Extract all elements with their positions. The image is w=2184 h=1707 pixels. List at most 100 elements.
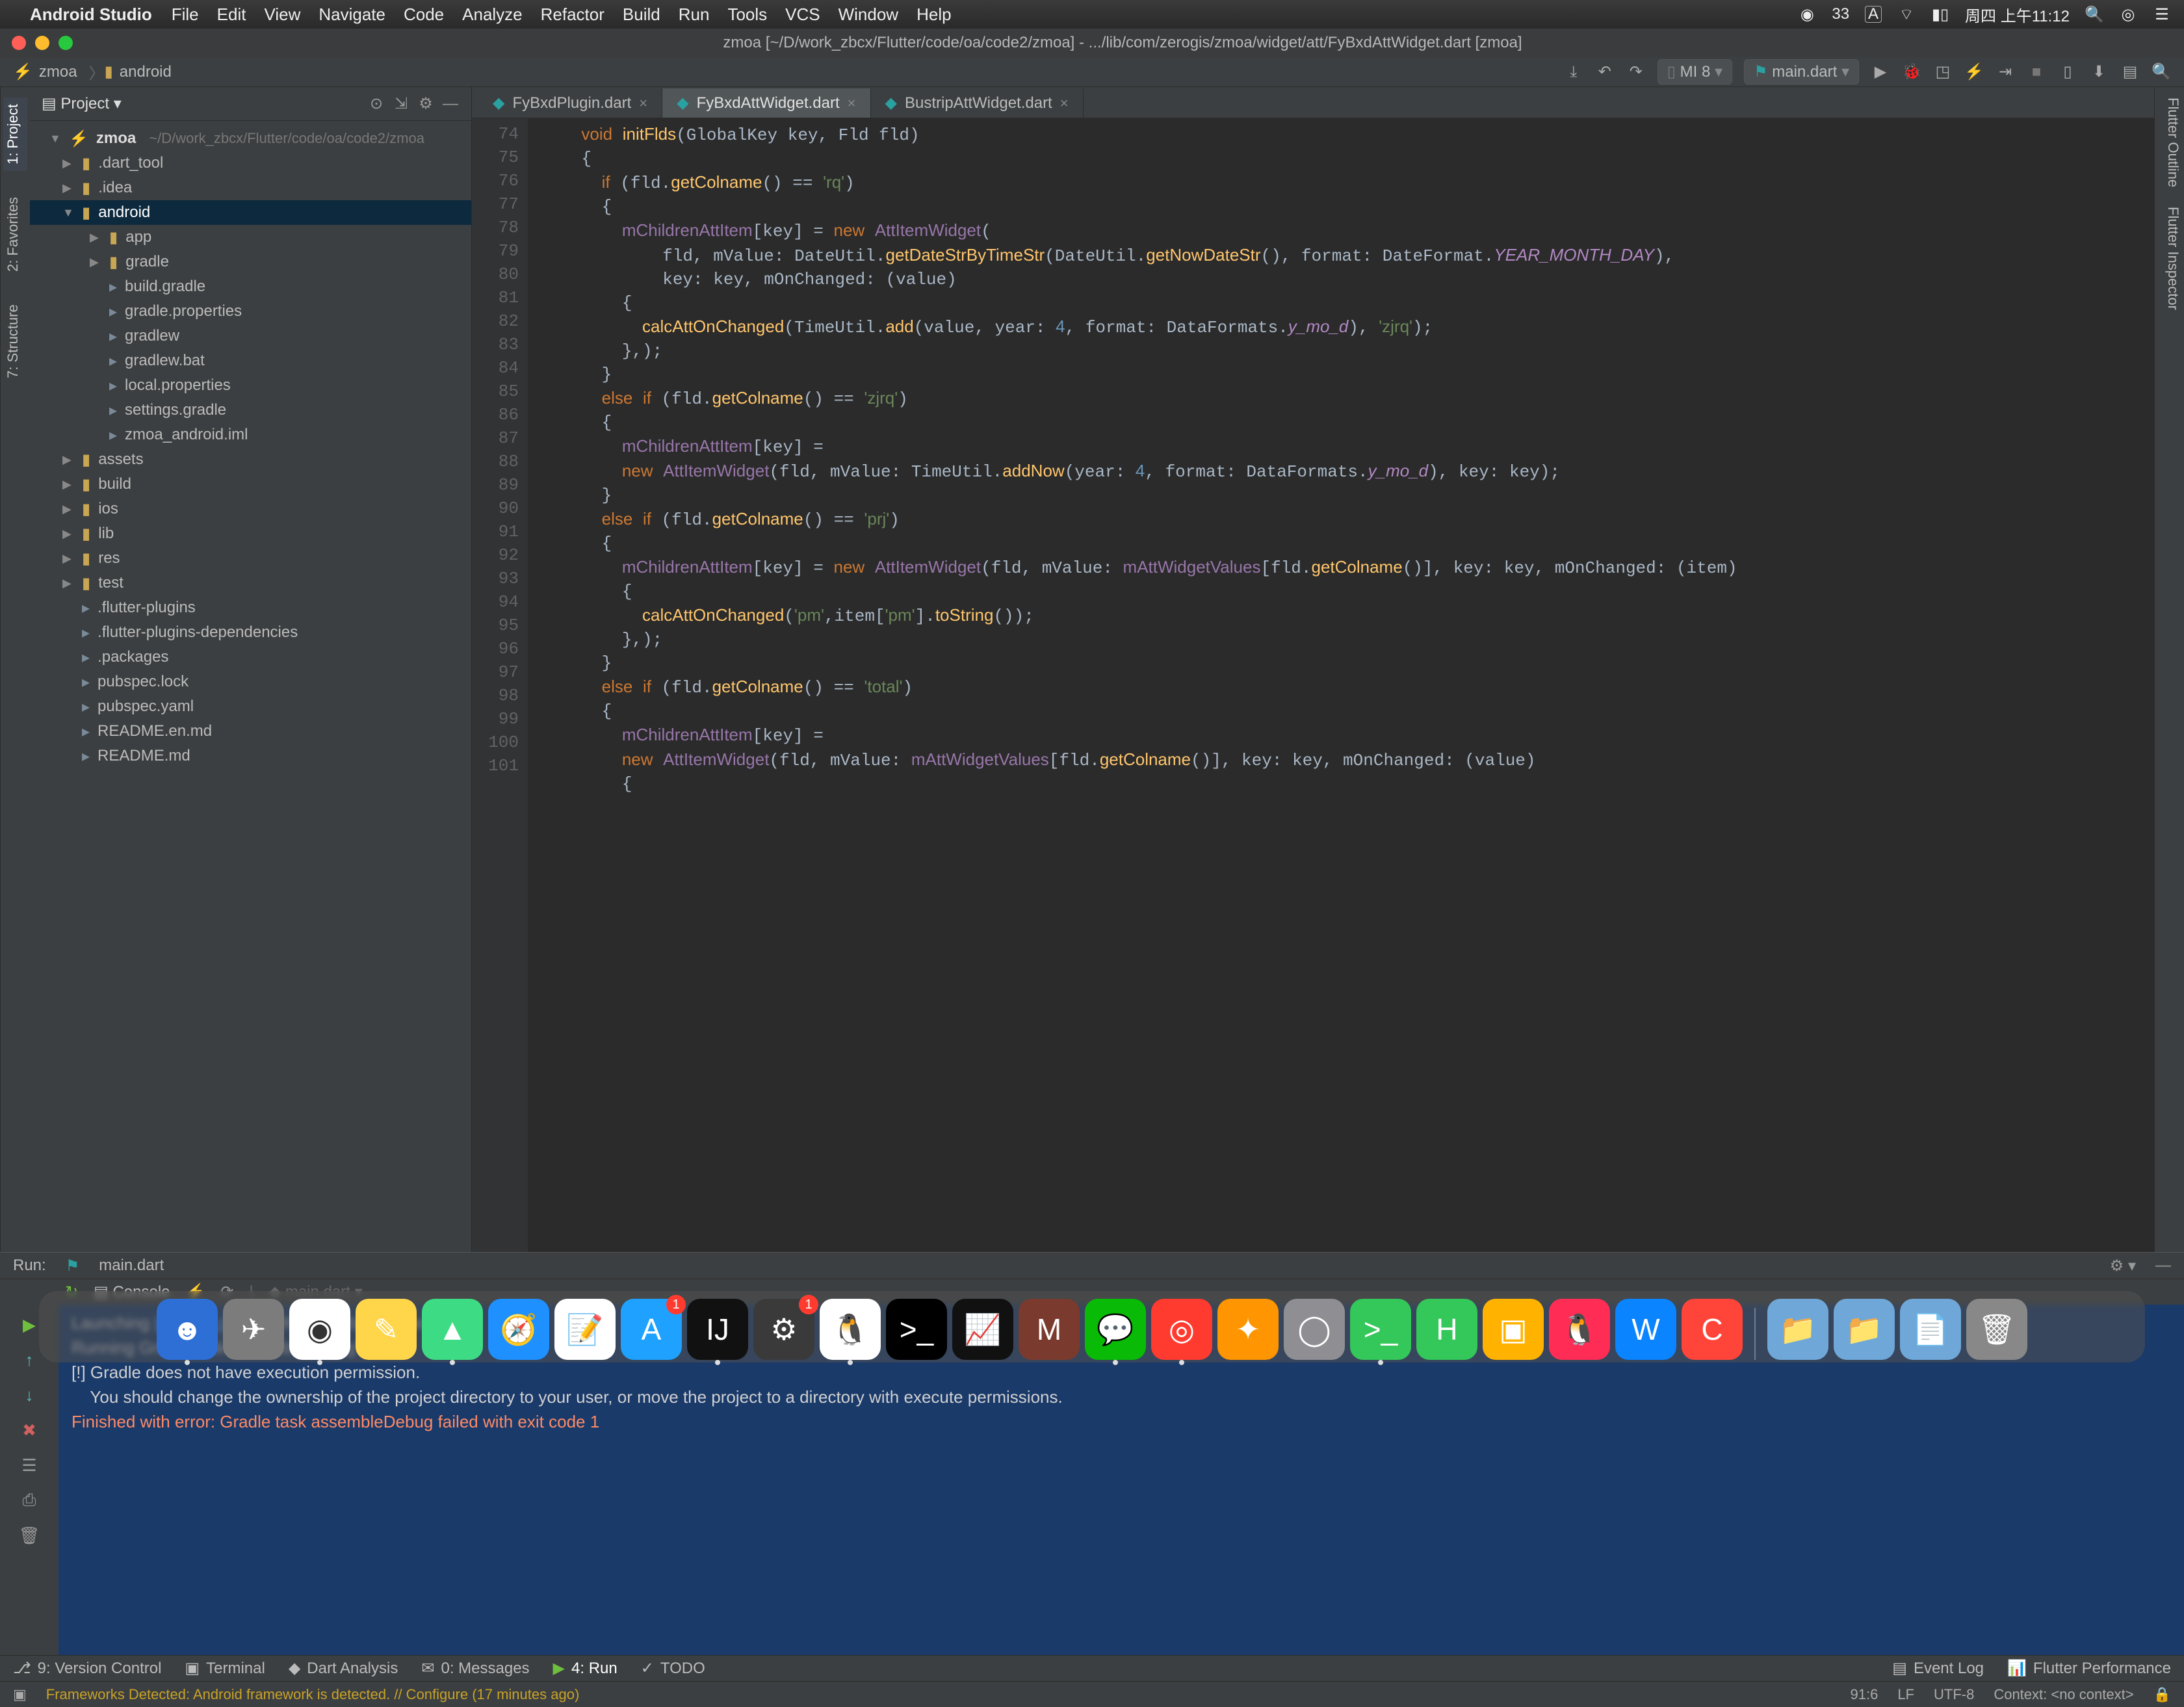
stop-button[interactable]: ■ [2027, 62, 2046, 82]
view-mode[interactable]: ▤ Project ▾ [42, 94, 122, 113]
tree-item[interactable]: ▸.packages [30, 645, 471, 670]
flutter-perf-tab[interactable]: 📊 Flutter Performance [2007, 1659, 2171, 1678]
tree-item[interactable]: ▸gradle.properties [30, 299, 471, 324]
tab-fybxdattwidget[interactable]: ◆FyBxdAttWidget.dart× [662, 88, 870, 118]
menu-file[interactable]: File [172, 5, 199, 25]
tree-item[interactable]: ▸gradlew [30, 324, 471, 348]
flutter-outline-tab[interactable]: Flutter Outline [2157, 98, 2181, 187]
battery-icon[interactable]: ▮▯ [1931, 5, 1949, 23]
close-icon[interactable]: × [1060, 95, 1069, 112]
breadcrumb-root[interactable]: ⚡zmoa [13, 62, 77, 81]
dock-notes[interactable]: ✎ [356, 1299, 417, 1360]
step-down-icon[interactable]: ↓ [18, 1384, 40, 1406]
dock-app3[interactable]: ▣ [1483, 1299, 1544, 1360]
line-sep[interactable]: LF [1897, 1686, 1914, 1703]
screenrec-icon[interactable]: ◉ [1798, 5, 1816, 23]
breadcrumb-android[interactable]: ▮android [105, 62, 172, 81]
structure-button[interactable]: ▤ [2120, 62, 2140, 82]
dock-clion[interactable]: C [1682, 1299, 1743, 1360]
spotlight-icon[interactable]: 🔍 [2085, 5, 2103, 23]
tree-item[interactable]: ▸local.properties [30, 373, 471, 398]
dock-finder[interactable]: ☻ [157, 1299, 218, 1360]
menu-window[interactable]: Window [838, 5, 898, 25]
dock-netease[interactable]: ◎ [1151, 1299, 1212, 1360]
menu-tools[interactable]: Tools [727, 5, 767, 25]
trash-icon[interactable]: 🗑 [18, 1524, 40, 1546]
close-window-button[interactable] [12, 36, 26, 50]
tree-item[interactable]: ▶▮assets [30, 447, 471, 472]
run-tab[interactable]: ▶ 4: Run [553, 1659, 618, 1678]
tab-bustripattwidget[interactable]: ◆BustripAttWidget.dart× [871, 88, 1084, 118]
back-icon[interactable]: ↶ [1595, 62, 1615, 82]
avd-button[interactable]: ▯ [2058, 62, 2077, 82]
tree-item[interactable]: ▶▮res [30, 546, 471, 571]
minimize-window-button[interactable] [35, 36, 49, 50]
menu-view[interactable]: View [264, 5, 300, 25]
tree-item[interactable]: ▶▮ios [30, 497, 471, 521]
tree-item[interactable]: ▸.flutter-plugins-dependencies [30, 620, 471, 645]
dock-chrome[interactable]: ◉ [289, 1299, 350, 1360]
dock-trash[interactable]: 🗑 [1966, 1299, 2027, 1360]
dock-hbuilder[interactable]: H [1416, 1299, 1477, 1360]
siri-icon[interactable]: ◎ [2119, 5, 2137, 23]
lock-icon[interactable]: 🔒 [2153, 1686, 2171, 1703]
device-select[interactable]: ▯ MI 8 ▾ [1658, 59, 1732, 85]
dock-app4[interactable]: 🐧 [1549, 1299, 1610, 1360]
dock-folder[interactable]: 📁 [1834, 1299, 1895, 1360]
dock-prefs[interactable]: ⚙1 [753, 1299, 814, 1360]
tree-item[interactable]: ▸pubspec.yaml [30, 694, 471, 719]
menu-vcs[interactable]: VCS [785, 5, 820, 25]
menu-analyze[interactable]: Analyze [462, 5, 523, 25]
filter-icon[interactable]: ☰ [18, 1454, 40, 1476]
hide-icon[interactable]: — [441, 95, 460, 113]
collapse-icon[interactable]: ⇲ [392, 95, 410, 113]
dock-activity[interactable]: 📈 [952, 1299, 1013, 1360]
tree-item[interactable]: ▸gradlew.bat [30, 348, 471, 373]
dock-folder[interactable]: 📁 [1767, 1299, 1828, 1360]
menu-refactor[interactable]: Refactor [541, 5, 604, 25]
fwd-icon[interactable]: ↷ [1626, 62, 1646, 82]
print-icon[interactable]: ⎙ [18, 1489, 40, 1511]
tree-item[interactable]: ▶▮build [30, 472, 471, 497]
project-tree[interactable]: ▼⚡ zmoa ~/D/work_zbcx/Flutter/code/oa/co… [30, 121, 471, 1252]
sync-icon[interactable]: ⤓ [1564, 62, 1583, 82]
status-message[interactable]: Frameworks Detected: Android framework i… [46, 1686, 579, 1703]
menu-help[interactable]: Help [916, 5, 951, 25]
tree-item[interactable]: ▸README.md [30, 744, 471, 768]
line-gutter[interactable]: 74 75 76 77 78 79 80 81 82 83 84 85 86 8… [472, 118, 528, 1252]
tree-item[interactable]: ▶▮test [30, 571, 471, 595]
tree-item[interactable]: ▶▮lib [30, 521, 471, 546]
tree-item[interactable]: ▶▮.dart_tool [30, 151, 471, 176]
project-tab[interactable]: 1: Project [3, 98, 27, 171]
tree-item[interactable]: ▸.flutter-plugins [30, 595, 471, 620]
attach-button[interactable]: ⇥ [1996, 62, 2015, 82]
terminal-tab[interactable]: ▣ Terminal [185, 1659, 265, 1678]
run-settings-icon[interactable]: ⚙ ▾ [2110, 1257, 2136, 1275]
structure-tab[interactable]: 7: Structure [3, 298, 27, 385]
code-area[interactable]: void initFlds(GlobalKey key, Fld fld) { … [528, 118, 2154, 1252]
menu-build[interactable]: Build [623, 5, 660, 25]
flutter-inspector-tab[interactable]: Flutter Inspector [2157, 207, 2181, 310]
tree-item[interactable]: ▼▮android [30, 200, 471, 225]
notifications-icon[interactable]: ☰ [2153, 5, 2171, 23]
dock-qq[interactable]: 🐧 [820, 1299, 881, 1360]
dock-motion[interactable]: M [1019, 1299, 1080, 1360]
profile-button[interactable]: ◳ [1933, 62, 1953, 82]
event-log-tab[interactable]: ▤ Event Log [1892, 1659, 1984, 1678]
todo-tab[interactable]: ✓ TODO [641, 1659, 705, 1678]
dock-app1[interactable]: ✦ [1217, 1299, 1279, 1360]
menu-edit[interactable]: Edit [217, 5, 246, 25]
tree-item[interactable]: ▶▮app [30, 225, 471, 250]
tab-fybxdplugin[interactable]: ◆FyBxdPlugin.dart× [478, 88, 662, 118]
run-config-select[interactable]: ⚑ main.dart ▾ [1744, 59, 1859, 85]
dart-analysis-tab[interactable]: ◆ Dart Analysis [289, 1659, 398, 1678]
dock-app-store[interactable]: A1 [621, 1299, 682, 1360]
tree-item[interactable]: ▶▮.idea [30, 176, 471, 200]
context[interactable]: Context: <no context> [1994, 1686, 2133, 1703]
messages-tab[interactable]: ✉ 0: Messages [421, 1659, 529, 1678]
run-button[interactable]: ▶ [1871, 62, 1890, 82]
dock-wps[interactable]: W [1615, 1299, 1676, 1360]
battery-pct[interactable]: 33 [1832, 5, 1849, 23]
favorites-tab[interactable]: 2: Favorites [3, 190, 27, 278]
close-icon[interactable]: × [639, 95, 647, 112]
